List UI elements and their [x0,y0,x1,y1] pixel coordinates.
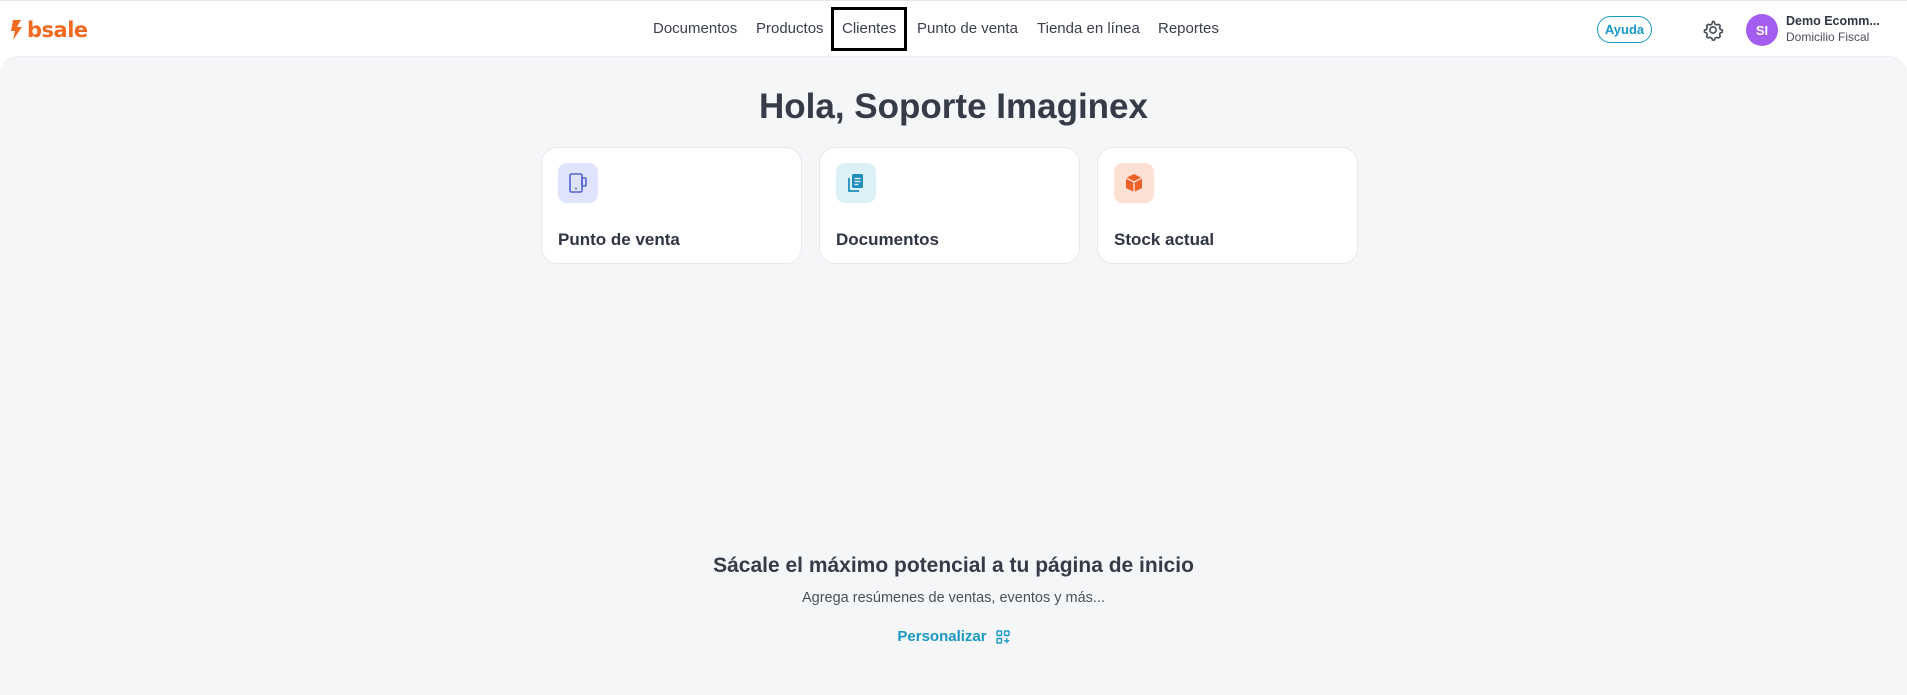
card-stock-actual[interactable]: Stock actual [1097,147,1358,264]
page-title: Hola, Soporte Imaginex [759,87,1148,126]
personalize-row: Personalizar [0,628,1907,645]
nav-productos[interactable]: Productos [756,20,824,38]
avatar[interactable]: SI [1746,14,1778,46]
card-label: Stock actual [1114,230,1215,249]
document-icon [836,163,876,203]
nav-clientes[interactable]: Clientes [830,7,908,51]
personalize-button[interactable]: Personalizar [897,628,1010,645]
widgets-icon [995,629,1010,644]
promo-title: Sácale el máximo potencial a tu página d… [713,554,1194,577]
personalize-label: Personalizar [897,628,987,645]
account-subtitle: Domicilio Fiscal [1786,30,1870,44]
help-button[interactable]: Ayuda [1597,16,1652,43]
tablet-icon [558,163,598,203]
nav-punto-de-venta[interactable]: Punto de venta [917,20,1018,38]
card-documentos[interactable]: Documentos [819,147,1080,264]
nav-reportes[interactable]: Reportes [1158,20,1219,38]
nav-tienda-en-linea[interactable]: Tienda en línea [1037,20,1140,38]
gear-icon[interactable] [1702,19,1724,41]
top-bar: bsale Documentos Productos Clientes Punt… [0,0,1907,57]
account-name: Demo Ecomm... [1786,14,1880,28]
nav-documentos[interactable]: Documentos [653,20,737,38]
main-content: Hola, Soporte Imaginex Punto de venta Do… [0,57,1907,695]
card-punto-de-venta[interactable]: Punto de venta [541,147,802,264]
card-label: Documentos [836,230,939,249]
promo-subtitle: Agrega resúmenes de ventas, eventos y má… [801,590,1106,606]
account-selector[interactable]: Demo Ecomm... Domicilio Fiscal [1786,14,1898,45]
box-icon [1114,163,1154,203]
card-label: Punto de venta [558,230,680,249]
